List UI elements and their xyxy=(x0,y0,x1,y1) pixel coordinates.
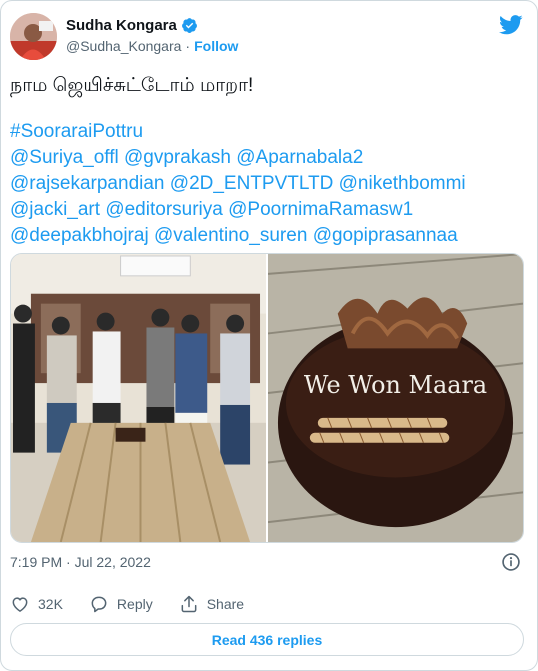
follow-button[interactable]: Follow xyxy=(194,38,238,54)
author-handle[interactable]: @Sudha_Kongara xyxy=(66,38,181,54)
tweet-media: We Won Maara xyxy=(10,253,524,543)
mention-link[interactable]: @gvprakash xyxy=(124,147,231,168)
author-block: Sudha Kongara @Sudha_Kongara · Follow xyxy=(66,17,238,54)
like-button[interactable]: 32K xyxy=(10,594,63,614)
read-replies-button[interactable]: Read 436 replies xyxy=(10,623,524,656)
info-icon[interactable] xyxy=(501,552,521,572)
share-label: Share xyxy=(206,596,245,612)
tweet-text-line: நாம ஜெயிச்சுட்டோம் மாறா! xyxy=(10,75,254,96)
reply-label: Reply xyxy=(116,596,153,612)
tweet-actions: 32K Reply Share xyxy=(10,591,270,617)
twitter-bird-icon[interactable] xyxy=(499,15,523,35)
mention-line: @rajsekarpandian @2D_ENTPVTLTD @nikethbo… xyxy=(10,171,523,197)
mention-link[interactable]: @PoornimaRamasw1 xyxy=(228,199,413,220)
mention-line: @jacki_art @editorsuriya @PoornimaRamasw… xyxy=(10,197,523,223)
mention-line: @deepakbhojraj @valentino_suren @gopipra… xyxy=(10,223,523,249)
mention-link[interactable]: @gopiprasannaa xyxy=(313,225,458,246)
tweet-header: Sudha Kongara @Sudha_Kongara · Follow xyxy=(10,13,523,61)
mention-link[interactable]: @Suriya_offl xyxy=(10,147,119,168)
hashtag-link[interactable]: #SooraraiPottru xyxy=(10,121,143,142)
tweet-body: நாம ஜெயிச்சுட்டோம் மாறா! #SooraraiPottru… xyxy=(10,73,523,249)
cake-text: We Won Maara xyxy=(304,371,487,399)
separator-dot: · xyxy=(185,38,191,54)
verified-badge-icon xyxy=(181,18,197,33)
like-count: 32K xyxy=(38,596,63,612)
mention-link[interactable]: @editorsuriya xyxy=(105,199,223,220)
share-icon xyxy=(181,595,197,613)
mention-link[interactable]: @Aparnabala2 xyxy=(236,147,363,168)
reply-bubble-icon xyxy=(91,596,107,613)
heart-icon xyxy=(12,597,28,612)
group-photo[interactable] xyxy=(11,254,266,542)
mention-link[interactable]: @valentino_suren xyxy=(154,225,307,246)
tweet-card: Sudha Kongara @Sudha_Kongara · Follow நா… xyxy=(0,0,538,671)
share-button[interactable]: Share xyxy=(179,594,244,614)
mention-line: @Suriya_offl @gvprakash @Aparnabala2 xyxy=(10,145,523,171)
mention-link[interactable]: @2D_ENTPVTLTD xyxy=(170,173,334,194)
mention-link[interactable]: @jacki_art xyxy=(10,199,100,220)
reply-button[interactable]: Reply xyxy=(89,594,153,614)
mention-link[interactable]: @deepakbhojraj xyxy=(10,225,149,246)
mention-link[interactable]: @rajsekarpandian xyxy=(10,173,165,194)
tweet-timestamp[interactable]: 7:19 PM · Jul 22, 2022 xyxy=(10,554,151,570)
mention-link[interactable]: @nikethbommi xyxy=(339,173,466,194)
author-display-name[interactable]: Sudha Kongara xyxy=(66,17,177,34)
cake-photo[interactable]: We Won Maara xyxy=(268,254,523,542)
avatar[interactable] xyxy=(10,13,57,60)
